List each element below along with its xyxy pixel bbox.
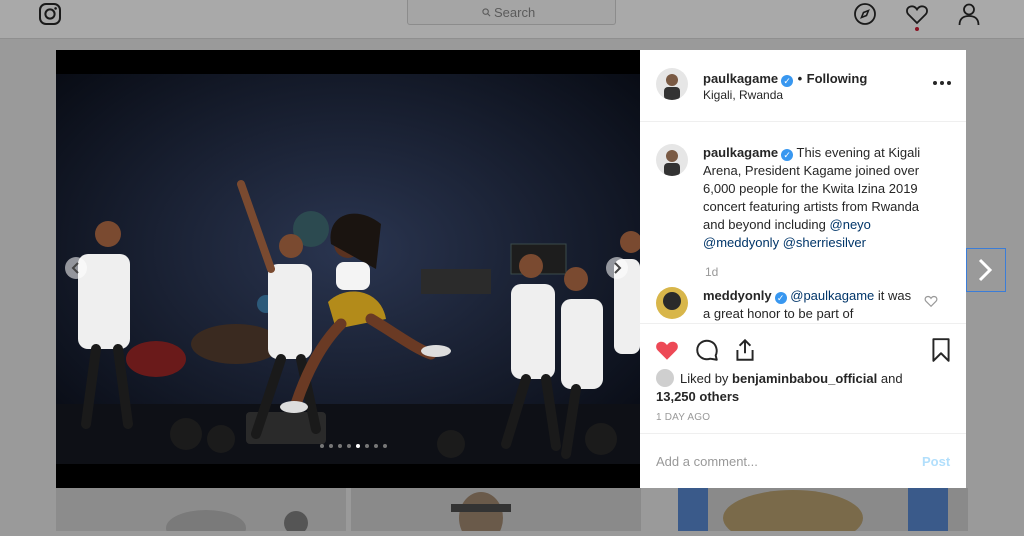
avatar[interactable] — [656, 68, 688, 100]
explore-compass-icon[interactable] — [853, 2, 877, 26]
grid-thumbnail[interactable] — [678, 488, 968, 536]
next-post-button[interactable] — [966, 248, 1006, 292]
carousel-dot — [320, 444, 324, 448]
carousel-prev-button[interactable] — [65, 257, 87, 279]
verified-badge-icon: ✓ — [781, 149, 794, 161]
post-header: paulkagame ✓ • Following Kigali, Rwanda — [640, 50, 966, 122]
grid-thumbnail[interactable] — [56, 488, 346, 536]
likes-summary[interactable]: Liked by benjaminbabou_official and 13,2… — [656, 369, 956, 406]
comments-area[interactable]: paulkagame ✓ This evening at Kigali Arena… — [640, 122, 966, 322]
post-username[interactable]: paulkagame — [703, 71, 778, 86]
avatar[interactable] — [656, 287, 688, 319]
post-modal: paulkagame ✓ • Following Kigali, Rwanda p… — [56, 50, 966, 488]
post-location[interactable]: Kigali, Rwanda — [703, 88, 783, 102]
grid-thumbnail-image — [166, 510, 308, 536]
comment-reply: meddyonly ✓ @paulkagame it was a great ho… — [703, 287, 918, 322]
carousel-next-button[interactable] — [606, 257, 628, 279]
chevron-right-icon — [614, 262, 622, 274]
post-caption: paulkagame ✓ This evening at Kigali Arena… — [703, 144, 943, 252]
grid-thumbnail-image — [351, 488, 641, 536]
caption-username[interactable]: paulkagame — [703, 145, 778, 160]
comment-username[interactable]: meddyonly — [703, 288, 772, 303]
carousel-dot — [365, 444, 369, 448]
comment-input[interactable]: Add a comment... — [656, 454, 758, 469]
mention-link[interactable]: @sherriesilver — [783, 235, 866, 250]
post-actions — [640, 323, 966, 374]
carousel-dots — [320, 444, 387, 448]
post-comment-button[interactable]: Post — [922, 454, 950, 469]
post-photo[interactable] — [56, 74, 640, 464]
profile-icon[interactable] — [957, 2, 981, 26]
share-icon[interactable] — [732, 337, 758, 363]
instagram-logo-icon[interactable] — [38, 2, 62, 26]
search-placeholder: Search — [494, 5, 536, 20]
mention-link[interactable]: @neyo — [830, 217, 871, 232]
carousel-dot — [374, 444, 378, 448]
header-title: paulkagame ✓ • Following — [703, 70, 867, 88]
likes-prefix: Liked by — [680, 371, 729, 386]
carousel-dot — [338, 444, 342, 448]
search-box[interactable]: Search — [407, 0, 616, 25]
comment-like-icon[interactable] — [924, 294, 938, 308]
avatar[interactable] — [656, 144, 688, 176]
grid-thumbnail[interactable] — [351, 488, 641, 536]
carousel-dot — [347, 444, 351, 448]
search-icon — [482, 8, 491, 17]
caption-time[interactable]: 1d — [705, 265, 718, 279]
avatar-image — [664, 74, 680, 100]
verified-badge-icon: ✓ — [774, 292, 787, 304]
activity-heart-icon[interactable] — [905, 2, 929, 26]
liker-avatar — [656, 369, 674, 387]
mention-link[interactable]: @meddyonly — [703, 235, 779, 250]
post-timestamp[interactable]: 1 DAY AGO — [656, 412, 710, 423]
activity-dot — [915, 27, 919, 31]
likes-others[interactable]: 13,250 others — [656, 389, 739, 404]
add-comment-bar: Add a comment... Post — [640, 433, 966, 489]
comment-icon[interactable] — [694, 337, 720, 363]
grid-thumbnail-image — [678, 488, 948, 536]
avatar-image — [663, 292, 681, 310]
chevron-left-icon — [71, 262, 79, 274]
save-bookmark-icon[interactable] — [928, 337, 954, 363]
post-media[interactable] — [56, 50, 640, 488]
more-options-icon[interactable] — [930, 78, 954, 88]
separator-dot: • — [797, 71, 803, 86]
likes-and: and — [880, 371, 903, 386]
carousel-dot — [356, 444, 360, 448]
avatar-image — [664, 150, 680, 176]
liker-username[interactable]: benjaminbabou_official — [732, 371, 877, 386]
chevron-right-icon — [978, 258, 993, 282]
following-button[interactable]: Following — [807, 71, 868, 86]
mention-link[interactable]: @paulkagame — [790, 288, 874, 303]
top-nav: Search — [0, 0, 1024, 39]
carousel-dot — [383, 444, 387, 448]
carousel-dot — [329, 444, 333, 448]
post-sidebar: paulkagame ✓ • Following Kigali, Rwanda p… — [640, 50, 966, 488]
like-heart-icon[interactable] — [654, 337, 680, 363]
verified-badge-icon: ✓ — [781, 75, 794, 87]
